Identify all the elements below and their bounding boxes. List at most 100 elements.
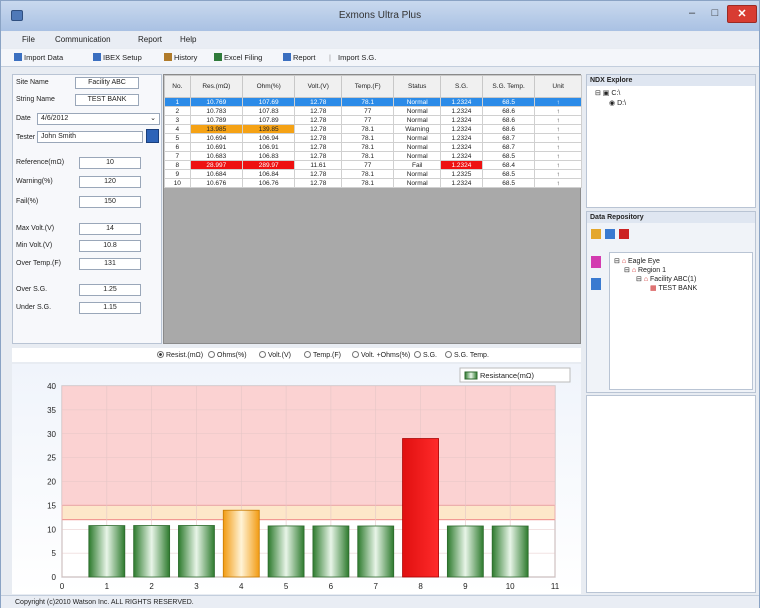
max-volt-field[interactable]: 14 xyxy=(79,223,141,235)
history-button[interactable]: History xyxy=(164,53,197,62)
x-tick-label: 1 xyxy=(105,582,110,591)
chart-mode-radio[interactable]: S.G. xyxy=(414,351,437,359)
chart-mode-radio[interactable]: Temp.(F) xyxy=(304,351,341,359)
menu-file[interactable]: File xyxy=(22,35,35,44)
column-header[interactable]: No. xyxy=(164,75,191,98)
column-header[interactable]: Temp.(F) xyxy=(341,75,395,98)
menu-communication[interactable]: Communication xyxy=(55,35,111,44)
tree-item-d-drive[interactable]: ◉ D:\ xyxy=(609,99,626,107)
min-volt-field[interactable]: 10.8 xyxy=(79,240,141,252)
region-label: Region 1 xyxy=(638,267,667,274)
toolbar: Import Data IBEX Setup History Excel Fil… xyxy=(1,49,759,67)
table-cell: 12.78 xyxy=(294,178,343,188)
table-cell: 10.769 xyxy=(189,97,244,107)
maximize-button[interactable]: □ xyxy=(704,5,726,23)
table-cell: 77 xyxy=(341,115,395,125)
tree-item-eagle-eye[interactable]: ⊟ ⌂ Eagle Eye xyxy=(614,257,660,265)
column-header[interactable]: S.G. Temp. xyxy=(481,75,536,98)
y-tick-label: 0 xyxy=(52,573,57,582)
table-row[interactable]: 9 10.684 106.84 12.78 78.1 Normal 1.2325 68.5 ↑ xyxy=(164,169,582,179)
chart-mode-radio[interactable]: Ohms(%) xyxy=(208,351,247,359)
grid-icon[interactable] xyxy=(605,229,615,239)
column-header[interactable]: Status xyxy=(393,75,441,98)
table-cell: 68.5 xyxy=(481,178,536,188)
table-cell: 4 xyxy=(164,124,191,134)
clipboard-icon[interactable] xyxy=(591,256,601,268)
table-cell: 1.2324 xyxy=(440,106,483,116)
table-cell: 10.676 xyxy=(189,178,244,188)
minimize-button[interactable]: – xyxy=(681,5,703,23)
chart-mode-radio[interactable]: S.G. Temp. xyxy=(445,351,489,359)
tree-item-facility[interactable]: ⊟ ⌂ Facility ABC(1) xyxy=(636,275,696,283)
bar-cell-5 xyxy=(267,525,305,578)
excel-filing-button[interactable]: Excel Filing xyxy=(214,53,262,62)
c-drive-label: C:\ xyxy=(611,90,621,97)
folder-icon[interactable] xyxy=(591,229,601,239)
site-name-field[interactable]: Facility ABC xyxy=(75,77,139,89)
fail-field[interactable]: 150 xyxy=(79,196,141,208)
column-header[interactable]: Unit xyxy=(534,75,582,98)
import-data-button[interactable]: Import Data xyxy=(14,53,63,62)
report-button[interactable]: Report xyxy=(283,53,316,62)
tester-field[interactable]: John Smith xyxy=(37,131,143,143)
string-name-field[interactable]: TEST BANK xyxy=(75,94,139,106)
menu-report[interactable]: Report xyxy=(138,35,162,44)
table-cell: 12.78 xyxy=(294,133,343,143)
table-cell: ↑ xyxy=(534,124,582,134)
bar-cell-6 xyxy=(312,525,350,578)
table-cell: 78.1 xyxy=(341,133,395,143)
chart-mode-radio[interactable]: Volt.(V) xyxy=(259,351,291,359)
table-cell: 9 xyxy=(164,169,191,179)
tree-item-test-bank[interactable]: ▦ TEST BANK xyxy=(650,284,697,292)
resistance-bar-chart: 0 5 10 15 20 25 30 35 40 0 1 2 3 4 5 6 7 8 9 10 11 Resistance… xyxy=(47,367,571,591)
y-tick-label: 10 xyxy=(47,525,56,534)
table-row[interactable]: 3 10.789 107.89 12.78 77 Normal 1.2324 68.6 ↑ xyxy=(164,115,582,125)
table-row[interactable]: 8 28.997 289.97 11.61 77 Fail 1.2324 68.4 ↑ xyxy=(164,160,582,170)
table-row[interactable]: 4 13.985 139.85 12.78 78.1 Warning 1.2324 68.6 ↑ xyxy=(164,124,582,134)
over-sg-field[interactable]: 1.25 xyxy=(79,284,141,296)
table-row[interactable]: 7 10.683 106.83 12.78 78.1 Normal 1.2324 68.5 ↑ xyxy=(164,151,582,161)
warning-field[interactable]: 120 xyxy=(79,176,141,188)
chart-mode-radio[interactable]: Resist.(mΩ) xyxy=(157,351,203,359)
column-header[interactable]: Volt.(V) xyxy=(294,75,343,98)
table-cell: 1.2325 xyxy=(440,169,483,179)
save-icon[interactable] xyxy=(146,129,159,143)
radio-label: Resist.(mΩ) xyxy=(166,352,204,359)
column-header[interactable]: Res.(mΩ) xyxy=(189,75,244,98)
report-icon xyxy=(283,53,291,61)
date-picker[interactable]: 4/6/2012 ⌄ xyxy=(37,113,160,125)
tree-item-region[interactable]: ⊟ ⌂ Region 1 xyxy=(624,266,666,274)
tree-item-c-drive[interactable]: ⊟ ▣ C:\ xyxy=(595,89,620,97)
under-sg-field[interactable]: 1.15 xyxy=(79,302,141,314)
over-temp-field[interactable]: 131 xyxy=(79,258,141,270)
table-cell: 78.1 xyxy=(341,142,395,152)
table-row[interactable]: 10 10.676 106.76 12.78 78.1 Normal 1.2324 68.5 ↑ xyxy=(164,178,582,188)
radio-icon xyxy=(208,351,215,358)
table-cell: 12.78 xyxy=(294,151,343,161)
chart-mode-radio[interactable]: Volt. +Ohms(%) xyxy=(352,351,410,359)
table-cell: 77 xyxy=(341,106,395,116)
table-cell: ↑ xyxy=(534,151,582,161)
excel-icon xyxy=(214,53,222,61)
table-row[interactable]: 6 10.691 106.91 12.78 78.1 Normal 1.2324 68.7 ↑ xyxy=(164,142,582,152)
table-cell: 11.61 xyxy=(294,160,343,170)
table-cell: 7 xyxy=(164,151,191,161)
table-row[interactable]: 5 10.694 106.94 12.78 78.1 Normal 1.2324 68.7 ↑ xyxy=(164,133,582,143)
table-cell: 68.5 xyxy=(481,97,536,107)
column-header[interactable]: S.G. xyxy=(440,75,483,98)
y-tick-label: 25 xyxy=(47,454,56,463)
building-icon[interactable] xyxy=(591,278,601,290)
radio-icon xyxy=(414,351,421,358)
delete-icon[interactable] xyxy=(619,229,629,239)
column-header[interactable]: Ohm(%) xyxy=(242,75,296,98)
table-row[interactable]: 2 10.783 107.83 12.78 77 Normal 1.2324 68.6 ↑ xyxy=(164,106,582,116)
reference-field[interactable]: 10 xyxy=(79,157,141,169)
table-row[interactable]: 1 10.769 107.69 12.78 78.1 Normal 1.2324 68.5 ↑ xyxy=(164,97,582,107)
table-cell: ↑ xyxy=(534,160,582,170)
ibex-setup-button[interactable]: IBEX Setup xyxy=(93,53,142,62)
d-drive-label: D:\ xyxy=(617,100,627,107)
y-tick-label: 35 xyxy=(47,406,56,415)
import-sg-button[interactable]: Import S.G. xyxy=(338,53,376,62)
close-button[interactable]: ✕ xyxy=(727,5,757,23)
menu-help[interactable]: Help xyxy=(180,35,196,44)
